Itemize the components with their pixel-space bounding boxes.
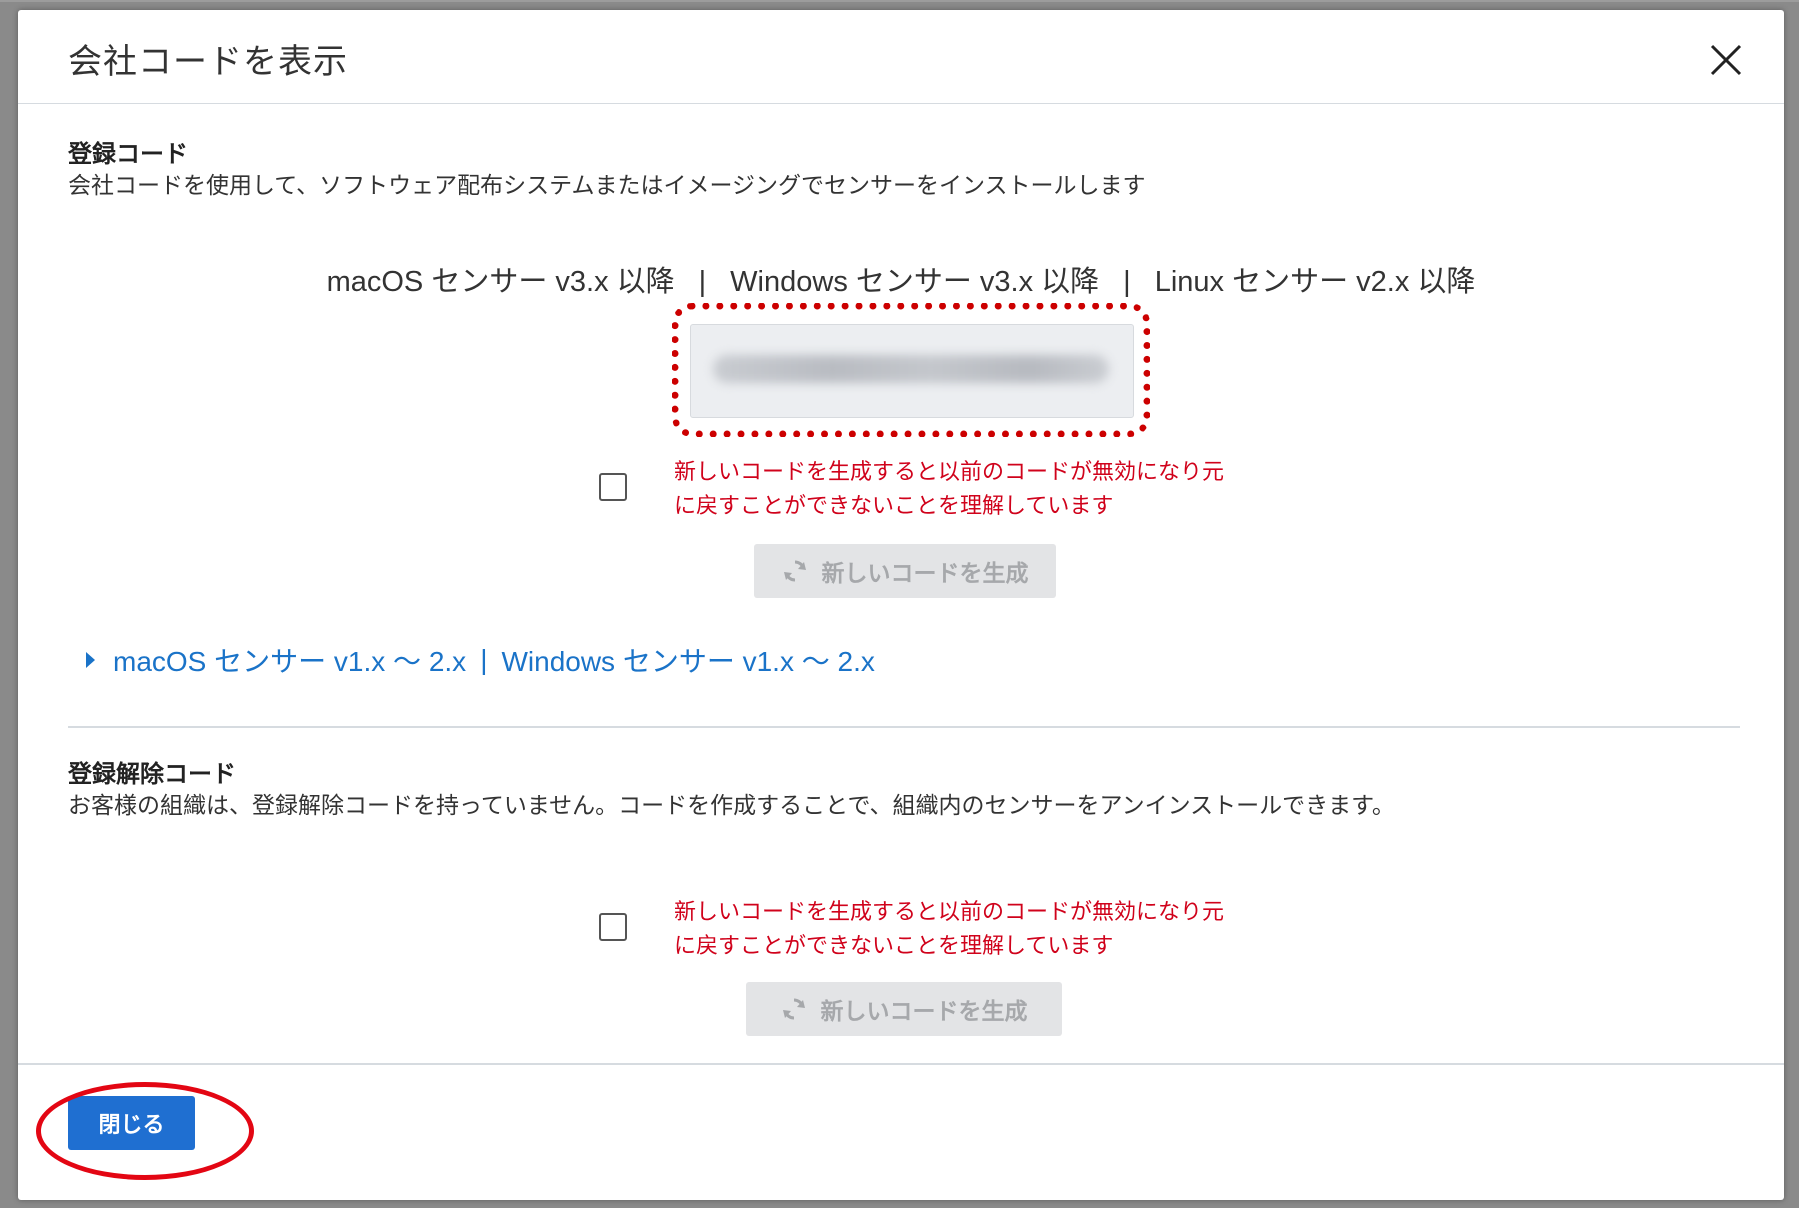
annotation-dotted-highlight [672,303,1150,437]
close-icon[interactable] [1706,40,1746,80]
view-company-code-dialog: 会社コードを表示 登録コード 会社コードを使用して、ソフトウェア配布システムまた… [18,10,1784,1200]
footer-divider [18,1063,1784,1065]
section-divider [68,726,1740,728]
dialog-title: 会社コードを表示 [68,42,348,82]
registration-warning-text: 新しいコードを生成すると以前のコードが無効になり元 に戻すことができないことを理… [674,456,1274,524]
registration-confirm-checkbox[interactable] [599,473,627,501]
separator: | [1123,266,1131,298]
sensor-version-list: macOS センサー v3.x 以降 | Windows センサー v3.x 以降 |… [18,258,1784,300]
sensor-version-windows: Windows センサー v3.x 以降 [730,266,1100,298]
warning-line-2: に戻すことができないことを理解しています [674,934,1114,959]
annotation-red-oval [36,1082,254,1180]
generate-unregistration-code-button[interactable]: 新しいコードを生成 [746,982,1062,1036]
warning-line-2: に戻すことができないことを理解しています [674,494,1114,519]
sensor-version-linux: Linux センサー v2.x 以降 [1154,266,1476,298]
registration-code-description: 会社コードを使用して、ソフトウェア配布システムまたはイメージングでセンサーをイン… [68,173,1146,199]
separator: | [698,266,707,298]
unregistration-code-description: お客様の組織は、登録解除コードを持っていません。コードを作成することで、組織内の… [68,793,1395,819]
unregistration-code-heading: 登録解除コード [68,760,236,788]
sensor-version-macos: macOS センサー v3.x 以降 [326,266,675,298]
backdrop-top-strip [0,0,1799,2]
warning-line-1: 新しいコードを生成すると以前のコードが無効になり元 [674,460,1225,485]
legacy-windows-link: Windows センサー v1.x ～ 2.x [501,646,875,677]
unregistration-warning-text: 新しいコードを生成すると以前のコードが無効になり元 に戻すことができないことを理… [674,896,1274,964]
unregistration-confirm-checkbox[interactable] [599,913,627,941]
generate-button-label: 新しいコードを生成 [821,561,1029,587]
refresh-icon [783,560,806,582]
legacy-sensor-toggle[interactable]: macOS センサー v1.x ～ 2.x | Windows センサー v1.… [86,640,875,680]
generate-button-label: 新しいコードを生成 [820,999,1028,1025]
generate-registration-code-button[interactable]: 新しいコードを生成 [754,544,1056,598]
refresh-icon [782,998,805,1020]
caret-right-icon [86,652,95,668]
legacy-macos-link: macOS センサー v1.x ～ 2.x [113,646,467,677]
warning-line-1: 新しいコードを生成すると以前のコードが無効になり元 [674,900,1225,925]
dialog-header: 会社コードを表示 [18,10,1784,104]
separator: | [480,644,488,675]
registration-code-heading: 登録コード [68,140,188,168]
